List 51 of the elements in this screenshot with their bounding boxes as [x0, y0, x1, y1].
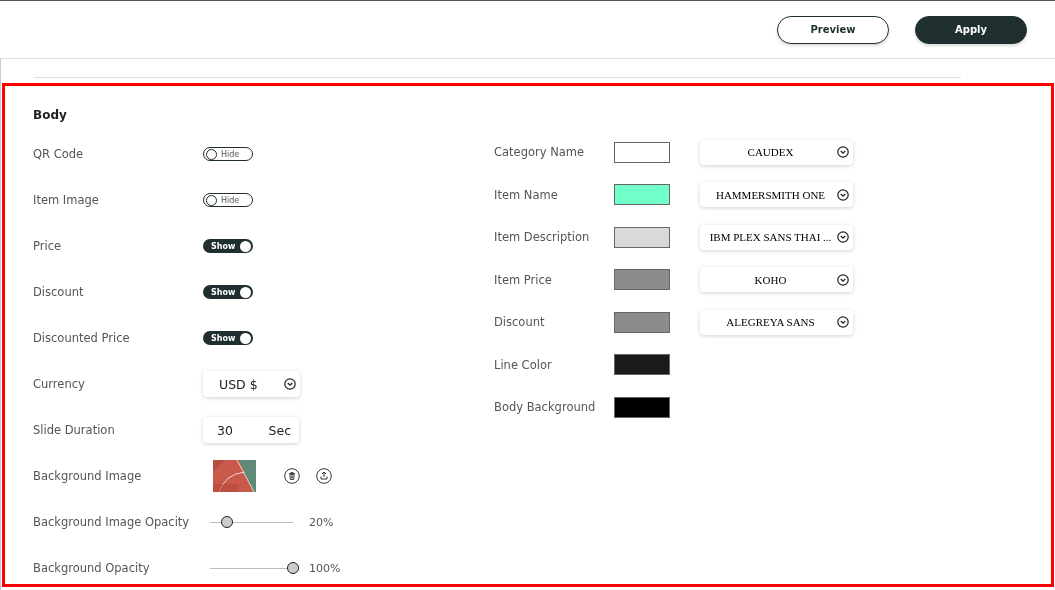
section-title: Body — [33, 108, 67, 122]
setting-label: Item Description — [494, 230, 591, 245]
chevron-down-icon — [837, 188, 849, 201]
font-dropdown[interactable]: IBM PLEX SANS THAI ... — [700, 224, 853, 250]
setting-label: Category Name — [494, 145, 586, 160]
setting-label: Background Image — [33, 469, 143, 483]
chevron-down-icon — [837, 231, 849, 244]
toggle-switch[interactable]: Show — [203, 331, 253, 345]
toggle-switch[interactable]: Hide — [203, 193, 253, 207]
chevron-down-icon — [837, 146, 849, 159]
slider-thumb[interactable] — [287, 562, 299, 574]
slider-thumb[interactable] — [220, 516, 233, 528]
opacity-value: 20% — [309, 515, 334, 529]
chevron-down-icon — [837, 316, 849, 329]
toggle-switch[interactable]: Show — [203, 239, 253, 253]
setting-label: Body Background — [494, 400, 597, 415]
chevron-down-icon — [284, 378, 296, 390]
setting-label: Discount — [33, 285, 85, 299]
setting-label: Discount — [494, 315, 546, 330]
font-dropdown[interactable]: HAMMERSMITH ONE — [700, 182, 853, 208]
color-swatch[interactable] — [614, 226, 670, 248]
color-swatch[interactable] — [614, 141, 670, 163]
setting-label: QR Code — [33, 147, 85, 161]
color-swatch[interactable] — [614, 269, 670, 291]
setting-label: Slide Duration — [33, 423, 116, 437]
setting-label: Item Name — [494, 187, 559, 202]
setting-label: Item Price — [494, 272, 553, 287]
upload-icon[interactable] — [316, 468, 332, 484]
color-swatch[interactable] — [614, 311, 670, 333]
setting-label: Price — [33, 239, 63, 253]
setting-label: Line Color — [494, 357, 553, 372]
color-swatch[interactable] — [614, 354, 670, 376]
color-swatch[interactable] — [614, 184, 670, 206]
setting-label: Currency — [33, 377, 86, 391]
apply-button[interactable]: Apply — [915, 15, 1027, 44]
font-dropdown[interactable]: KOHO — [700, 267, 853, 293]
opacity-value: 100% — [309, 561, 341, 575]
duration-field[interactable]: 30 Sec — [203, 417, 299, 443]
toggle-switch[interactable]: Hide — [203, 147, 253, 161]
font-dropdown[interactable]: ALEGREYA SANS — [700, 309, 853, 335]
currency-dropdown[interactable]: USD $ — [203, 371, 300, 397]
chevron-down-icon — [837, 273, 849, 286]
setting-label: Discounted Price — [33, 331, 131, 345]
setting-label: Background Image Opacity — [33, 515, 191, 529]
setting-label: Item Image — [33, 193, 100, 207]
setting-label: Background Opacity — [33, 561, 151, 575]
preview-button[interactable]: Preview — [777, 15, 889, 44]
font-dropdown[interactable]: CAUDEX — [700, 139, 853, 165]
trash-icon[interactable] — [284, 468, 300, 484]
toggle-switch[interactable]: Show — [203, 285, 253, 299]
color-swatch[interactable] — [614, 396, 670, 418]
